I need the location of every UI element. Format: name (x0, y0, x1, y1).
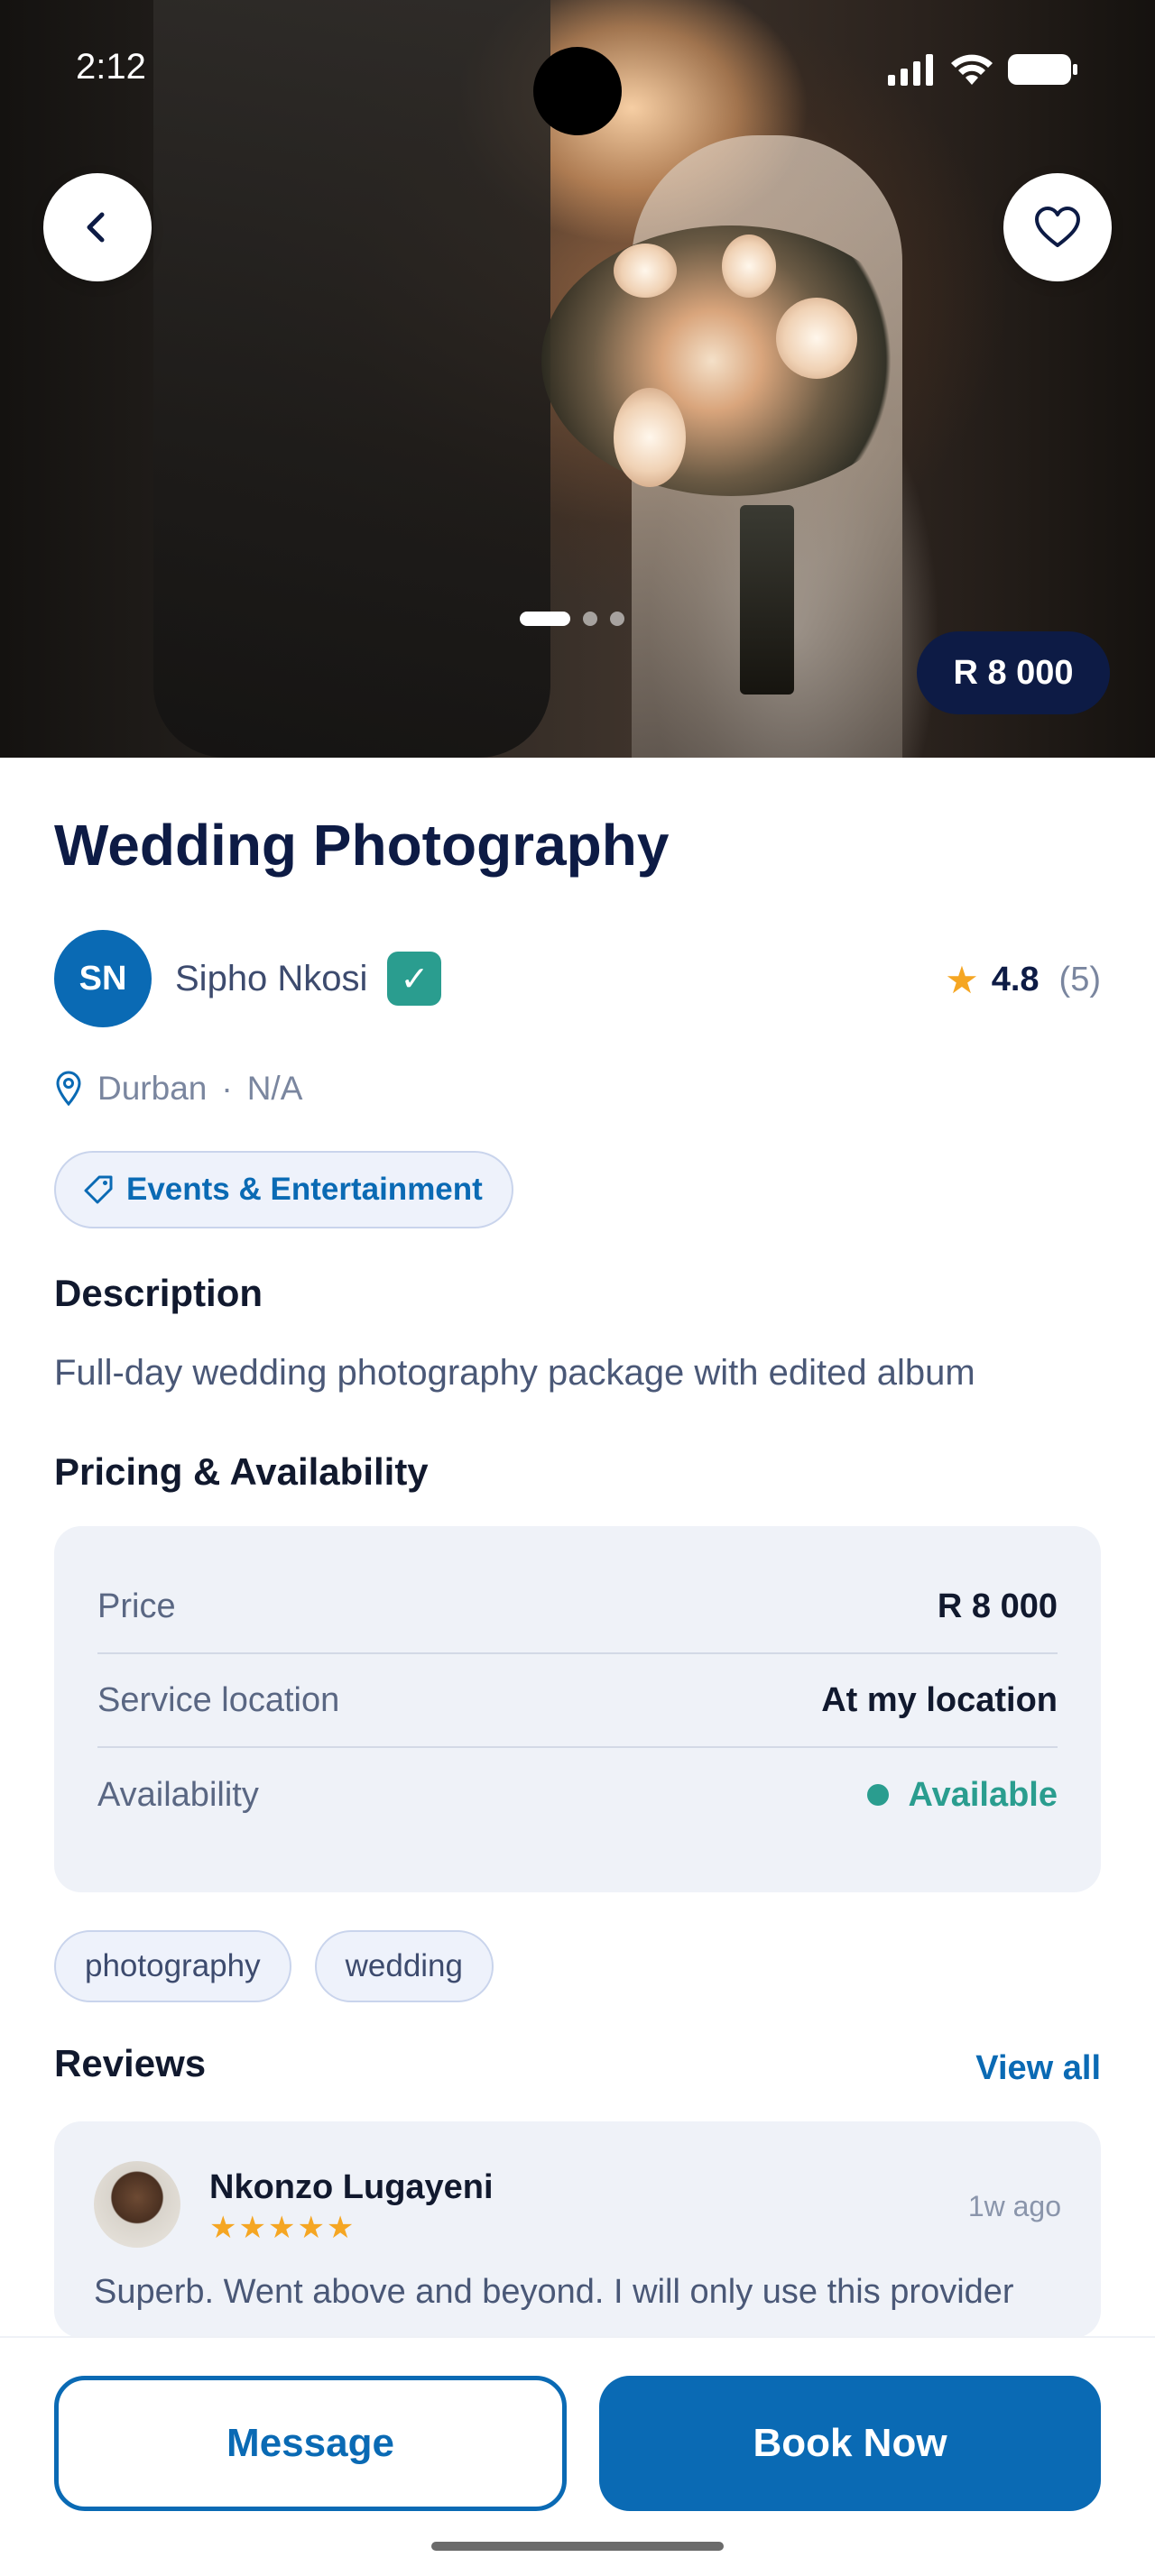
hero-photo-flower (614, 388, 686, 487)
tag-chip[interactable]: wedding (314, 1930, 494, 2002)
category-label: Events & Entertainment (126, 1172, 483, 1207)
reviews-heading: Reviews (54, 2042, 207, 2084)
availability-status: Available (866, 1775, 1058, 1815)
rating-score: 4.8 (991, 961, 1040, 998)
pricing-label: Service location (97, 1680, 340, 1719)
review-card[interactable]: Nkonzo Lugayeni ★★★★★ 1w ago Superb. Wen… (54, 2121, 1101, 2338)
message-button[interactable]: Message (54, 2376, 567, 2511)
tag-chip[interactable]: photography (54, 1930, 291, 2002)
pricing-row-availability: Availability Available (97, 1748, 1058, 1842)
pricing-value: R 8 000 (937, 1587, 1058, 1625)
battery-icon (1008, 54, 1077, 85)
pricing-label: Availability (97, 1775, 259, 1814)
pager-dot[interactable] (610, 612, 624, 626)
star-icon: ★ (945, 959, 979, 1001)
category-chip[interactable]: Events & Entertainment (54, 1151, 513, 1228)
pricing-value: At my location (821, 1680, 1058, 1719)
home-indicator[interactable] (431, 2542, 724, 2551)
reviewer-name: Nkonzo Lugayeni (209, 2168, 494, 2206)
reviewer-avatar (94, 2161, 180, 2248)
pricing-label: Price (97, 1587, 176, 1625)
status-icons (886, 52, 1079, 87)
chevron-left-icon (87, 212, 105, 243)
pricing-row-price: Price R 8 000 (97, 1560, 1058, 1654)
service-title: Wedding Photography (54, 813, 670, 878)
pricing-card: Price R 8 000 Service location At my loc… (54, 1526, 1101, 1892)
tag-list: photography wedding (54, 1930, 494, 2002)
hero-photo-flower (776, 298, 857, 379)
heart-icon (1035, 207, 1080, 247)
verified-badge-icon: ✓ (387, 952, 442, 1006)
view-all-reviews-link[interactable]: View all (975, 2049, 1101, 2088)
price-badge: R 8 000 (917, 631, 1110, 714)
review-stars: ★★★★★ (209, 2211, 356, 2245)
bottom-action-bar: Message Book Now (0, 2336, 1155, 2576)
image-pager[interactable] (520, 612, 624, 626)
map-pin-icon (56, 1071, 81, 1107)
location-city: Durban (97, 1070, 208, 1107)
pager-dot[interactable] (583, 612, 597, 626)
pricing-row-location: Service location At my location (97, 1654, 1058, 1748)
camera-cutout (533, 47, 622, 135)
description-heading: Description (54, 1272, 263, 1314)
location-separator: · (221, 1070, 233, 1107)
provider-name[interactable]: Sipho Nkosi (175, 959, 367, 999)
description-text: Full-day wedding photography package wit… (54, 1353, 975, 1393)
tag-icon (84, 1175, 113, 1204)
status-time: 2:12 (76, 47, 146, 87)
hero-photo-ribbon (740, 505, 794, 695)
location-row: Durban · N/A (54, 1070, 302, 1108)
status-dot-icon (866, 1784, 889, 1806)
book-now-button[interactable]: Book Now (599, 2376, 1101, 2511)
rating[interactable]: ★ 4.8 (5) (945, 958, 1101, 1002)
review-text: Superb. Went above and beyond. I will on… (94, 2273, 1014, 2311)
favorite-button[interactable] (1003, 173, 1112, 281)
rating-count: (5) (1058, 961, 1101, 998)
review-time: 1w ago (967, 2190, 1061, 2222)
provider-row[interactable]: SN Sipho Nkosi ✓ (54, 929, 442, 1028)
back-button[interactable] (43, 173, 152, 281)
provider-avatar[interactable]: SN (54, 930, 152, 1027)
signal-icon (888, 54, 933, 86)
pricing-heading: Pricing & Availability (54, 1450, 429, 1493)
location-area: N/A (246, 1070, 303, 1107)
availability-value: Available (908, 1775, 1058, 1814)
hero-photo-flower (614, 244, 677, 298)
pager-dot-active[interactable] (520, 612, 570, 626)
hero-photo-flower (722, 235, 776, 298)
status-bar: 2:12 (0, 0, 1155, 135)
wifi-icon (951, 54, 993, 85)
